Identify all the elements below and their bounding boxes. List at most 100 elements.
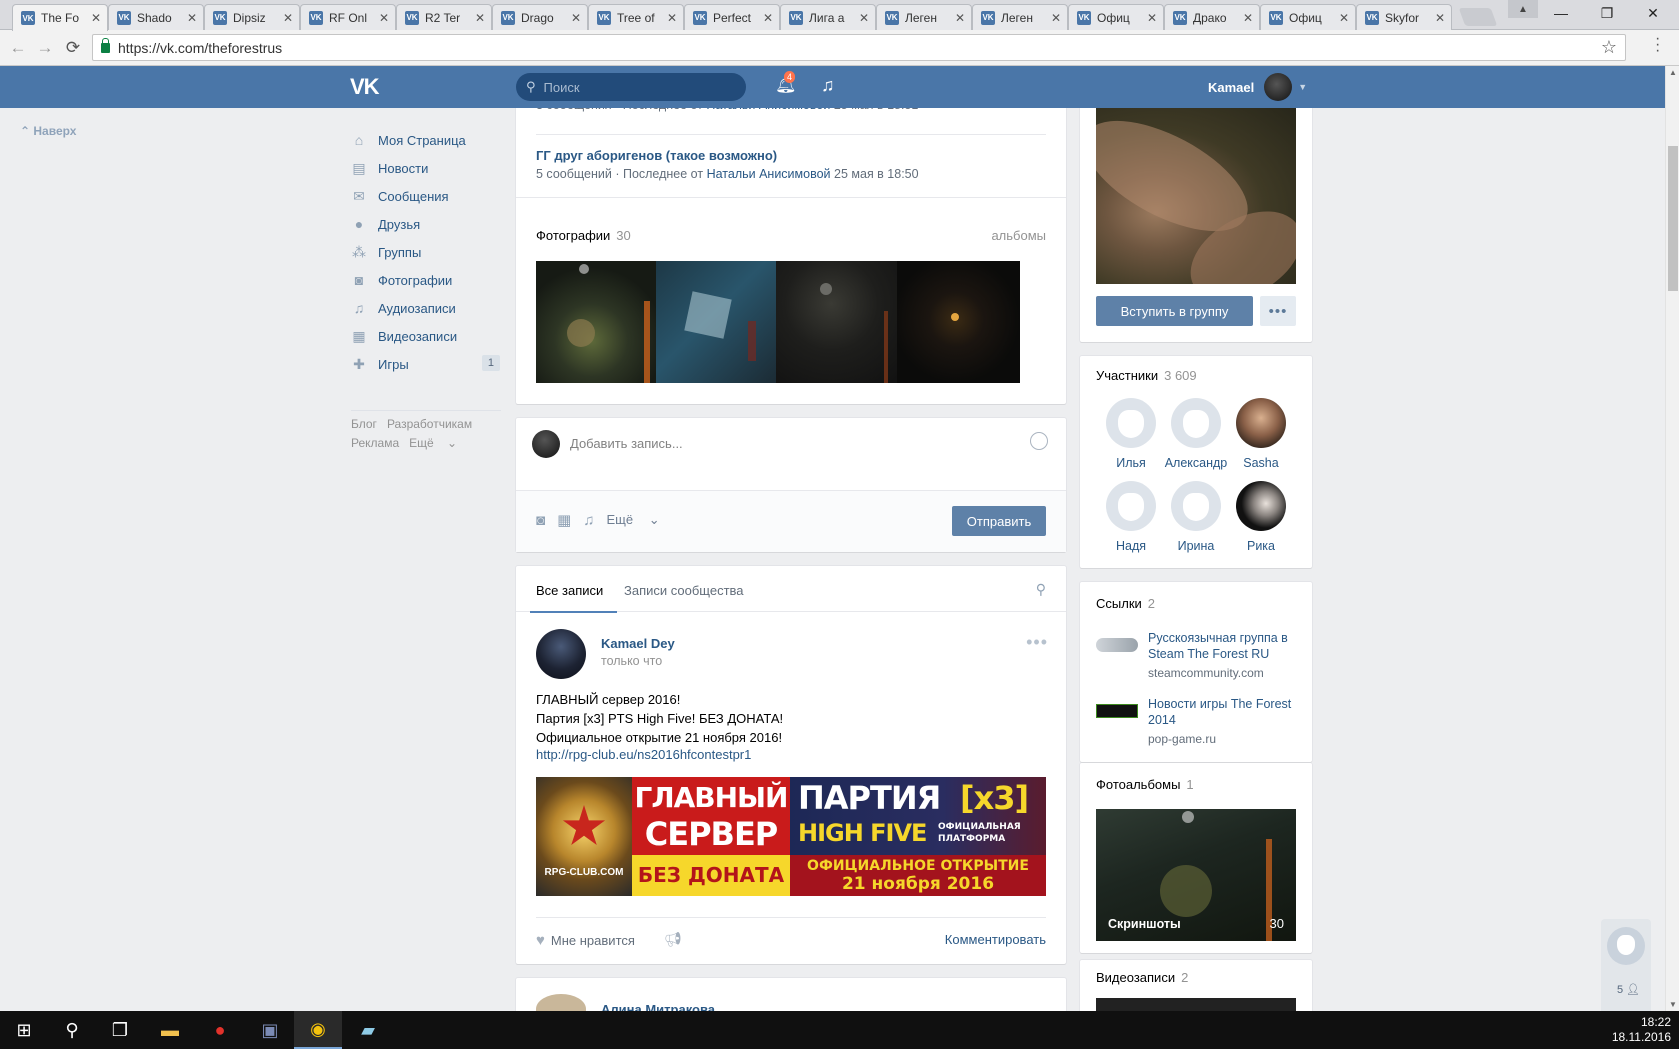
- topic-title[interactable]: ГГ друг аборигенов (такое возможно): [536, 148, 1046, 163]
- back-to-top-link[interactable]: ⌃ Наверх: [20, 124, 76, 138]
- close-tab-icon[interactable]: ✕: [955, 11, 965, 25]
- sidebar-item[interactable]: ▤ Новости: [350, 154, 500, 182]
- notepad-icon[interactable]: ▰: [344, 1011, 392, 1049]
- albums-header[interactable]: Фотоальбомы 1: [1096, 777, 1194, 792]
- camera-icon[interactable]: ◙: [536, 512, 545, 529]
- topic-last-author[interactable]: Натальи Анисимовой: [707, 167, 831, 181]
- post-link[interactable]: http://rpg-club.eu/ns2016hfcontestpr1: [536, 747, 751, 762]
- browser-tab[interactable]: VK Drago ✕: [492, 4, 588, 30]
- browser-tab[interactable]: VK Shado ✕: [108, 4, 204, 30]
- photos-title[interactable]: Фотографии: [536, 228, 610, 243]
- footer-link-more[interactable]: Ещё ⌄: [409, 436, 457, 450]
- minimize-button[interactable]: —: [1538, 0, 1584, 26]
- album-cover[interactable]: Скриншоты 30: [1096, 809, 1296, 941]
- search-icon[interactable]: ⚲: [1036, 581, 1046, 598]
- footer-link-developers[interactable]: Разработчикам: [387, 417, 472, 431]
- tab-community-posts[interactable]: Записи сообщества: [624, 583, 744, 598]
- videos-header[interactable]: Видеозаписи 2: [1096, 970, 1188, 985]
- browser-tab[interactable]: VK Офиц ✕: [1260, 4, 1356, 30]
- reload-button[interactable]: ⟳: [61, 36, 85, 60]
- join-group-button[interactable]: Вступить в группу: [1096, 296, 1253, 326]
- photo-thumbnail[interactable]: [656, 261, 779, 383]
- scroll-up-arrow-icon[interactable]: ▲: [1669, 68, 1677, 77]
- bookmark-star-icon[interactable]: ☆: [1601, 37, 1617, 58]
- footer-link-blog[interactable]: Блог: [351, 417, 377, 431]
- scrollbar-thumb[interactable]: [1668, 146, 1678, 291]
- browser-tab[interactable]: VK Tree of ✕: [588, 4, 684, 30]
- film-icon[interactable]: ▦: [557, 511, 571, 529]
- browser-tab[interactable]: VK Драко ✕: [1164, 4, 1260, 30]
- close-tab-icon[interactable]: ✕: [187, 11, 197, 25]
- browser-tab[interactable]: VK Офиц ✕: [1068, 4, 1164, 30]
- links-header[interactable]: Ссылки 2: [1096, 596, 1155, 611]
- avatar[interactable]: [536, 629, 586, 679]
- close-tab-icon[interactable]: ✕: [1435, 11, 1445, 25]
- new-post-input[interactable]: Добавить запись...: [570, 436, 683, 451]
- browser-tab[interactable]: VK Леген ✕: [972, 4, 1068, 30]
- close-tab-icon[interactable]: ✕: [379, 11, 389, 25]
- close-tab-icon[interactable]: ✕: [571, 11, 581, 25]
- more-dots-icon[interactable]: •••: [1026, 632, 1048, 653]
- close-tab-icon[interactable]: ✕: [1051, 11, 1061, 25]
- page-scrollbar[interactable]: ▲ ▼: [1665, 66, 1679, 1011]
- forward-button[interactable]: →: [33, 36, 57, 60]
- member-item[interactable]: Рика: [1226, 481, 1296, 553]
- scroll-down-arrow-icon[interactable]: ▼: [1669, 1000, 1677, 1009]
- close-tab-icon[interactable]: ✕: [859, 11, 869, 25]
- member-item[interactable]: Надя: [1096, 481, 1166, 553]
- sidebar-item[interactable]: ♫ Аудиозаписи: [350, 294, 500, 322]
- sidebar-item[interactable]: ⌂ Моя Страница: [350, 126, 500, 154]
- sidebar-item[interactable]: ✚ Игры 1: [350, 350, 500, 378]
- vk-logo[interactable]: VK: [350, 74, 380, 100]
- footer-link-ads[interactable]: Реклама: [351, 436, 399, 450]
- group-cover-image[interactable]: [1096, 108, 1296, 284]
- member-item[interactable]: Sasha: [1226, 398, 1296, 470]
- share-megaphone-icon[interactable]: 📢︎: [664, 931, 682, 948]
- browser-tab[interactable]: VK The Fo ✕: [12, 4, 108, 31]
- task-view-icon[interactable]: ❐: [96, 1011, 144, 1049]
- tab-all-posts[interactable]: Все записи: [529, 583, 618, 613]
- emoji-icon[interactable]: [1030, 432, 1048, 450]
- members-header[interactable]: Участники 3 609: [1096, 368, 1197, 383]
- photo-thumbnail[interactable]: [536, 261, 659, 383]
- windows-start-icon[interactable]: ⊞: [0, 1011, 48, 1049]
- restore-button[interactable]: ❐: [1584, 0, 1630, 26]
- close-tab-icon[interactable]: ✕: [667, 11, 677, 25]
- more-dots-icon[interactable]: •••: [1260, 296, 1296, 326]
- browser-tab[interactable]: VK Леген ✕: [876, 4, 972, 30]
- browser-profile-button[interactable]: ▲: [1508, 0, 1538, 18]
- close-window-button[interactable]: ✕: [1630, 0, 1676, 26]
- browser-tab[interactable]: VK R2 Ter ✕: [396, 4, 492, 30]
- photo-thumbnail[interactable]: [897, 261, 1020, 383]
- new-tab-button[interactable]: [1458, 8, 1498, 26]
- member-item[interactable]: Ирина: [1161, 481, 1231, 553]
- chat-widget[interactable]: 5 👤︎: [1601, 919, 1651, 1011]
- browser-tab[interactable]: VK Perfect ✕: [684, 4, 780, 30]
- photo-thumbnail[interactable]: [776, 261, 899, 383]
- file-explorer-icon[interactable]: ▬: [146, 1011, 194, 1049]
- post-author[interactable]: Kamael Dey: [601, 636, 675, 651]
- sidebar-item[interactable]: ▦ Видеозаписи: [350, 322, 500, 350]
- yandex-browser-icon[interactable]: ●: [196, 1011, 244, 1049]
- music-note-icon[interactable]: ♫: [821, 75, 835, 96]
- notifications-bell-icon[interactable]: 🔔︎ 4: [775, 71, 797, 95]
- close-tab-icon[interactable]: ✕: [1339, 11, 1349, 25]
- close-tab-icon[interactable]: ✕: [1243, 11, 1253, 25]
- close-tab-icon[interactable]: ✕: [763, 11, 773, 25]
- post-time[interactable]: только что: [601, 654, 662, 668]
- game-launcher-icon[interactable]: ▣: [246, 1011, 294, 1049]
- search-icon[interactable]: ⚲: [48, 1011, 96, 1049]
- chrome-icon[interactable]: ◉: [294, 1011, 342, 1049]
- close-tab-icon[interactable]: ✕: [475, 11, 485, 25]
- browser-tab[interactable]: VK Dipsiz ✕: [204, 4, 300, 30]
- browser-tab[interactable]: VK RF Onl ✕: [300, 4, 396, 30]
- topic-item[interactable]: ГГ друг аборигенов (такое возможно) 5 со…: [536, 148, 1046, 181]
- close-tab-icon[interactable]: ✕: [283, 11, 293, 25]
- user-menu[interactable]: Kamael ▼: [1208, 66, 1307, 108]
- search-input[interactable]: ⚲ Поиск: [516, 73, 746, 101]
- sidebar-item[interactable]: ✉ Сообщения: [350, 182, 500, 210]
- system-clock[interactable]: 18:22 18.11.2016: [1612, 1015, 1671, 1045]
- comment-button[interactable]: Комментировать: [945, 932, 1046, 947]
- music-note-icon[interactable]: ♫: [583, 512, 594, 529]
- member-item[interactable]: Илья: [1096, 398, 1166, 470]
